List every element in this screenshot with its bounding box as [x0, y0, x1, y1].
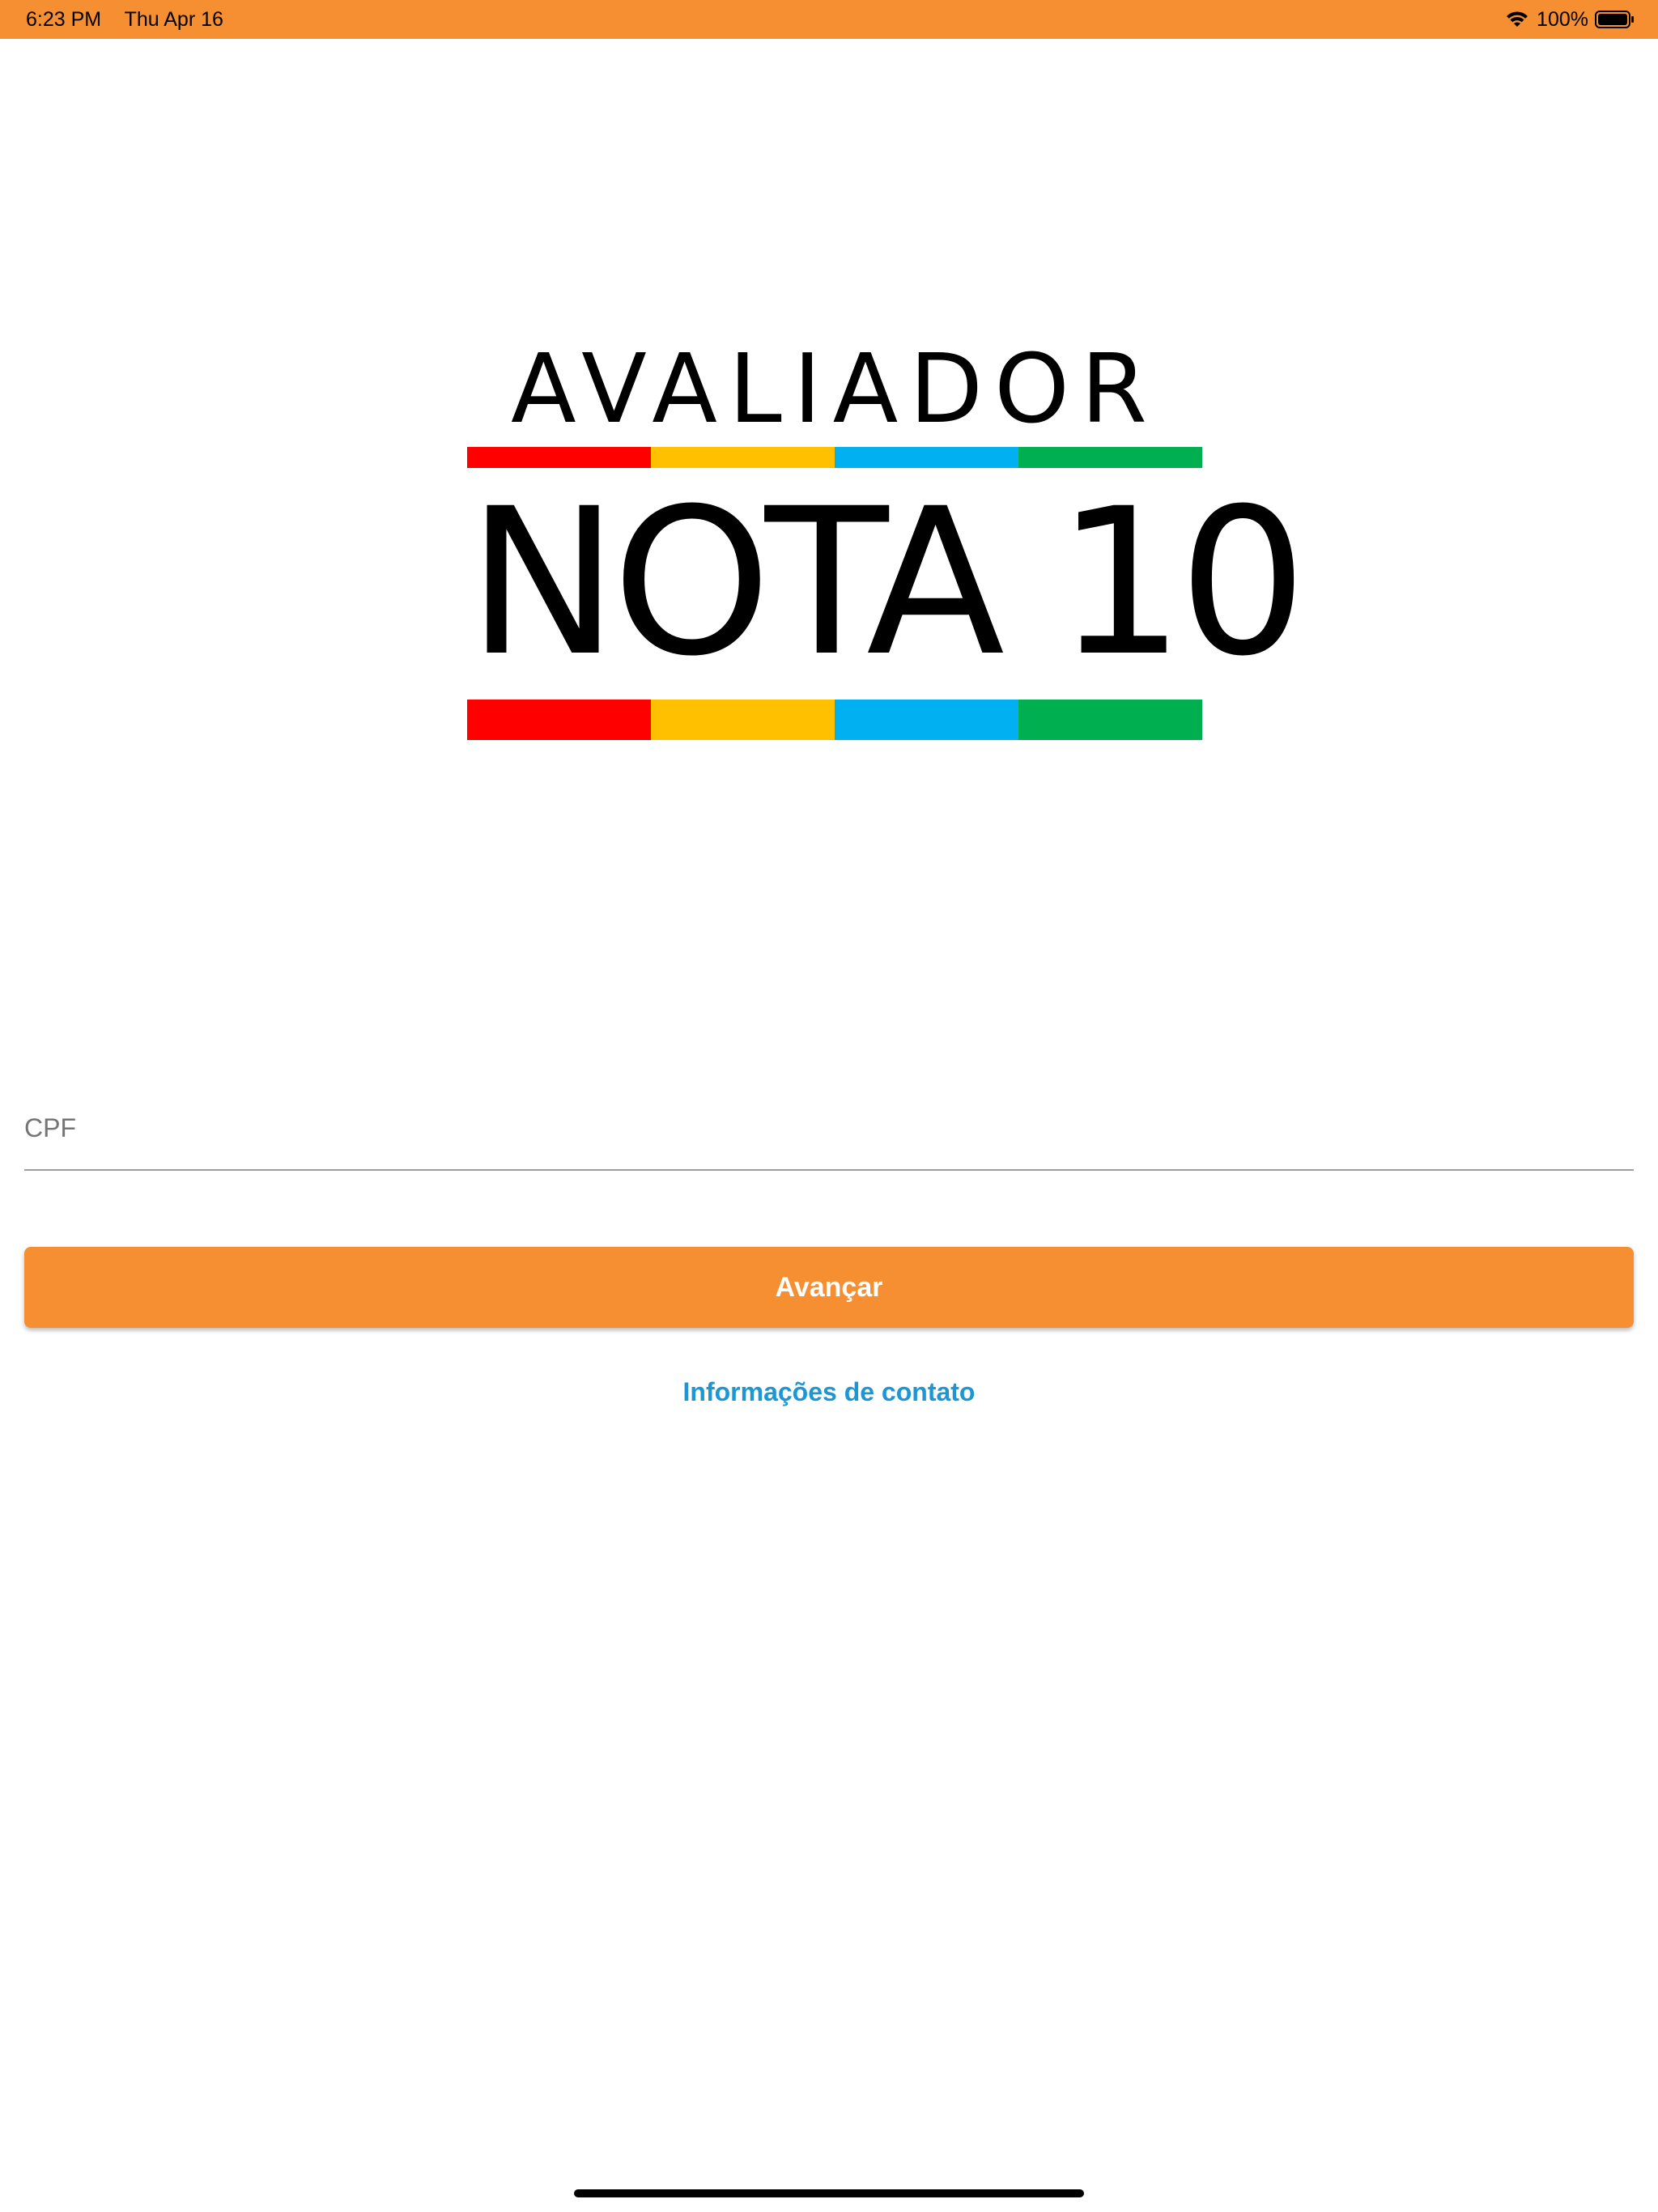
logo-color-bar-bottom: [467, 700, 1202, 740]
status-bar: 6:23 PM Thu Apr 16 100%: [0, 0, 1658, 39]
home-indicator[interactable]: [574, 2189, 1084, 2197]
color-bar-segment-blue: [835, 700, 1018, 740]
battery-icon: [1595, 11, 1634, 28]
color-bar-segment-yellow: [651, 700, 835, 740]
status-left: 6:23 PM Thu Apr 16: [26, 0, 241, 39]
cpf-field[interactable]: [24, 1093, 1634, 1171]
logo-main-text: NOTA 10: [467, 465, 1307, 700]
battery-percent: 100%: [1537, 7, 1588, 31]
logo-top-text: AVALIADOR: [510, 333, 1159, 445]
wifi-icon: [1507, 11, 1528, 27]
status-time: 6:23 PM: [26, 8, 102, 31]
cpf-input[interactable]: [24, 1108, 1634, 1148]
app-logo: AVALIADOR NOTA 10: [467, 333, 1307, 745]
contact-info-link[interactable]: Informações de contato: [0, 1372, 1658, 1412]
color-bar-segment-red: [467, 700, 651, 740]
status-date: Thu Apr 16: [124, 8, 223, 31]
status-right: 100%: [1504, 0, 1635, 39]
advance-button[interactable]: Avançar: [24, 1247, 1634, 1328]
color-bar-segment-green: [1018, 700, 1202, 740]
